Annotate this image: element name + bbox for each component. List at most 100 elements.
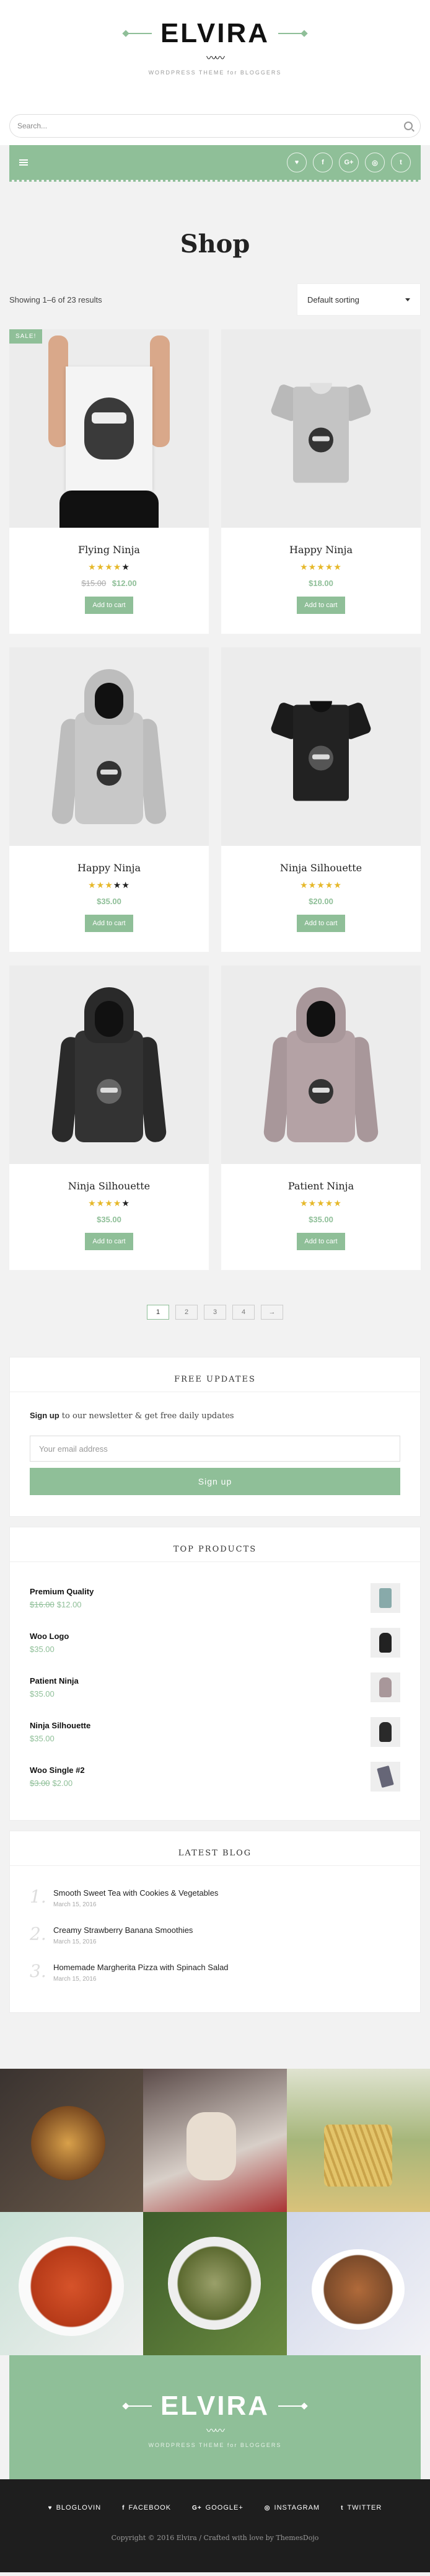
result-count: Showing 1–6 of 23 results — [9, 295, 102, 304]
stars-filled: ★★★★★ — [300, 880, 342, 890]
list-item[interactable]: Woo Logo $35.00 — [30, 1620, 400, 1665]
product-card[interactable]: Happy Ninja ★★★★★ $35.00 Add to cart — [9, 647, 209, 952]
page-link-1[interactable]: 1 — [147, 1305, 169, 1320]
product-image[interactable] — [9, 647, 209, 846]
price: $20.00 — [309, 897, 333, 906]
product-thumbnail[interactable] — [371, 1583, 400, 1613]
product-price: $35.00 — [9, 897, 209, 906]
page-link-3[interactable]: 3 — [204, 1305, 226, 1320]
signup-button[interactable]: Sign up — [30, 1468, 400, 1495]
gallery-photo[interactable] — [286, 2212, 430, 2355]
stars-empty: ★ — [121, 562, 130, 572]
star-rating: ★★★★★ — [9, 880, 209, 890]
add-to-cart-button[interactable]: Add to cart — [297, 597, 345, 614]
footer-social-label: TWITTER — [347, 2504, 382, 2512]
search-icon[interactable] — [404, 122, 413, 130]
product-title[interactable]: Ninja Silhouette — [221, 862, 421, 874]
product-thumbnail[interactable] — [371, 1762, 400, 1792]
gallery-photo[interactable] — [0, 2212, 144, 2355]
blog-date: March 15, 2016 — [53, 1901, 97, 1908]
caret-down-icon — [405, 298, 410, 301]
blog-number: 1. — [30, 1886, 46, 1907]
blog-post-link[interactable]: Smooth Sweet Tea with Cookies & Vegetabl… — [53, 1888, 218, 1898]
site-tagline: WORDPRESS THEME for BLOGGERS — [148, 69, 282, 76]
add-to-cart-button[interactable]: Add to cart — [85, 597, 133, 614]
product-thumbnail[interactable] — [371, 1717, 400, 1747]
list-item[interactable]: Woo Single #2 $3.00 $2.00 — [30, 1754, 400, 1799]
price: $2.00 — [52, 1779, 73, 1788]
product-title[interactable]: Flying Ninja — [9, 544, 209, 556]
footer-google-plus-link[interactable]: G+ GOOGLE+ — [192, 2504, 244, 2512]
product-card[interactable]: Happy Ninja ★★★★★ $18.00 Add to cart — [221, 329, 421, 634]
footer-bloglovin-link[interactable]: ♥ BLOGLOVIN — [48, 2504, 102, 2512]
product-image[interactable] — [221, 647, 421, 846]
list-item[interactable]: 2. Creamy Strawberry Banana Smoothies Ma… — [30, 1917, 400, 1954]
product-thumbnail[interactable] — [371, 1628, 400, 1658]
gallery-photo[interactable] — [143, 2069, 287, 2212]
product-card[interactable]: Patient Ninja ★★★★★ $35.00 Add to cart — [221, 966, 421, 1270]
product-card[interactable]: Ninja Silhouette ★★★★★ $20.00 Add to car… — [221, 647, 421, 952]
logo-text[interactable]: ELVIRA — [160, 2392, 270, 2420]
widget-title: FREE UPDATES — [30, 1375, 400, 1392]
site-logo[interactable]: ELVIRA — [0, 20, 430, 47]
footer-facebook-link[interactable]: f FACEBOOK — [122, 2504, 171, 2512]
blog-post-link[interactable]: Creamy Strawberry Banana Smoothies — [53, 1925, 193, 1935]
product-title[interactable]: Happy Ninja — [221, 544, 421, 556]
facebook-icon[interactable]: f — [313, 153, 333, 172]
product-title[interactable]: Happy Ninja — [9, 862, 209, 874]
product-grid: SALE! Flying Ninja ★★★★★ $15.00 $12.00 A… — [0, 329, 430, 1270]
twitter-icon[interactable]: t — [391, 153, 411, 172]
add-to-cart-button[interactable]: Add to cart — [85, 915, 133, 932]
footer-social-label: FACEBOOK — [128, 2504, 172, 2512]
product-thumbnail[interactable] — [371, 1672, 400, 1702]
search-input[interactable]: Search... — [9, 114, 421, 138]
gallery-photo[interactable] — [286, 2069, 430, 2212]
instagram-icon[interactable]: ◎ — [365, 153, 385, 172]
product-image[interactable] — [9, 966, 209, 1164]
page-link-2[interactable]: 2 — [175, 1305, 198, 1320]
gallery-photo[interactable] — [0, 2069, 144, 2212]
old-price: $15.00 — [81, 579, 107, 588]
sort-select[interactable]: Default sorting — [297, 283, 421, 316]
footer-social-label: INSTAGRAM — [274, 2504, 320, 2512]
copyright-text: Copyright © 2016 Elvira / Crafted with l… — [111, 2534, 319, 2542]
footer-twitter-link[interactable]: t TWITTER — [341, 2504, 382, 2512]
list-item[interactable]: 3. Homemade Margherita Pizza with Spinac… — [30, 1954, 400, 1991]
footer-instagram-link[interactable]: ◎ INSTAGRAM — [265, 2504, 320, 2512]
sort-select-value: Default sorting — [307, 295, 359, 304]
site-footer: ♥ BLOGLOVIN f FACEBOOK G+ GOOGLE+ ◎ INSTAGRA… — [0, 2479, 430, 2572]
google-plus-icon[interactable]: G+ — [339, 153, 359, 172]
footer-logo[interactable]: ELVIRA — [9, 2392, 421, 2420]
top-product-name[interactable]: Patient Ninja — [30, 1676, 79, 1686]
add-to-cart-button[interactable]: Add to cart — [85, 1233, 133, 1250]
hamburger-menu-icon[interactable] — [19, 159, 28, 166]
product-image[interactable] — [221, 329, 421, 528]
top-product-name[interactable]: Premium Quality — [30, 1587, 94, 1596]
product-title[interactable]: Ninja Silhouette — [9, 1180, 209, 1192]
email-field[interactable]: Your email address — [30, 1436, 400, 1462]
gallery-photo[interactable] — [143, 2212, 287, 2355]
logo-ornament-left — [123, 2404, 152, 2408]
top-product-name[interactable]: Woo Logo — [30, 1632, 69, 1641]
top-product-name[interactable]: Ninja Silhouette — [30, 1721, 90, 1730]
page-link-4[interactable]: 4 — [232, 1305, 255, 1320]
list-item[interactable]: Patient Ninja $35.00 — [30, 1665, 400, 1710]
blog-post-link[interactable]: Homemade Margherita Pizza with Spinach S… — [53, 1963, 229, 1972]
facebook-icon: f — [122, 2504, 125, 2512]
shop-toolbar: Showing 1–6 of 23 results Default sortin… — [0, 283, 430, 316]
product-card[interactable]: SALE! Flying Ninja ★★★★★ $15.00 $12.00 A… — [9, 329, 209, 634]
list-item[interactable]: Premium Quality $16.00 $12.00 — [30, 1576, 400, 1620]
product-image[interactable]: SALE! — [9, 329, 209, 528]
product-image[interactable] — [221, 966, 421, 1164]
bloglovin-icon[interactable]: ♥ — [287, 153, 307, 172]
product-card[interactable]: Ninja Silhouette ★★★★★ $35.00 Add to car… — [9, 966, 209, 1270]
list-item[interactable]: 1. Smooth Sweet Tea with Cookies & Veget… — [30, 1880, 400, 1917]
ninja-poster-illustration — [66, 366, 152, 491]
add-to-cart-button[interactable]: Add to cart — [297, 1233, 345, 1250]
add-to-cart-button[interactable]: Add to cart — [297, 915, 345, 932]
logo-text[interactable]: ELVIRA — [160, 20, 270, 47]
next-page-arrow-icon[interactable]: → — [261, 1305, 283, 1320]
top-product-name[interactable]: Woo Single #2 — [30, 1765, 85, 1775]
list-item[interactable]: Ninja Silhouette $35.00 — [30, 1710, 400, 1754]
product-title[interactable]: Patient Ninja — [221, 1180, 421, 1192]
